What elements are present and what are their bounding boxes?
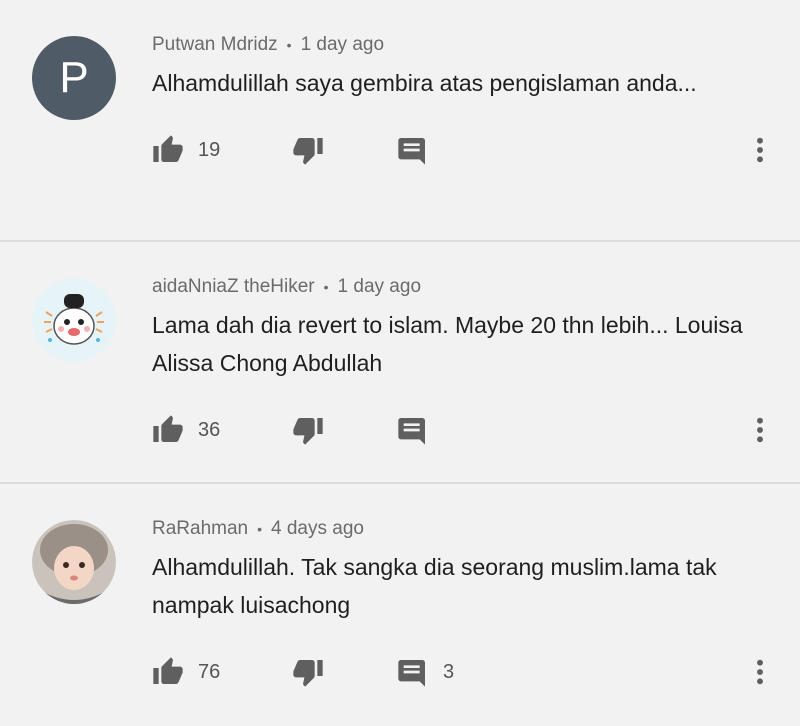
more-vert-icon: [744, 656, 776, 688]
comment-text: Alhamdulillah. Tak sangka dia seorang mu…: [152, 554, 717, 618]
dislike-button[interactable]: [292, 656, 397, 688]
thumb-up-icon: [152, 414, 184, 446]
comment-actions: 19: [152, 130, 776, 170]
comment-text: Alhamdulillah saya gembira atas pengisla…: [152, 70, 697, 96]
more-vert-icon: [744, 414, 776, 446]
avatar[interactable]: [32, 520, 116, 604]
avatar[interactable]: P: [32, 36, 116, 120]
dislike-button[interactable]: [292, 414, 397, 446]
comment-body: RaRahman • 4 days ago Alhamdulillah. Tak…: [152, 518, 770, 624]
comment-body: Putwan Mdridz • 1 day ago Alhamdulillah …: [152, 34, 770, 102]
reply-icon: [397, 134, 429, 166]
reply-count: 3: [443, 660, 455, 683]
like-button[interactable]: 19: [152, 134, 292, 166]
more-options-button[interactable]: [744, 656, 776, 688]
comment-text: Lama dah dia revert to islam. Maybe 20 t…: [152, 312, 743, 376]
like-count: 19: [198, 138, 221, 161]
dislike-button[interactable]: [292, 134, 397, 166]
reply-icon: [397, 414, 429, 446]
reply-icon: [397, 656, 429, 688]
comment-time: 4 days ago: [271, 518, 364, 539]
like-button[interactable]: 76: [152, 656, 292, 688]
more-options-button[interactable]: [744, 414, 776, 446]
like-count: 36: [198, 418, 221, 441]
separator-dot: •: [286, 37, 292, 53]
author-name[interactable]: RaRahman: [152, 518, 248, 540]
comment-time: 1 day ago: [337, 276, 422, 297]
comment-meta: RaRahman • 4 days ago: [152, 518, 770, 540]
thumb-down-icon: [292, 134, 324, 166]
cartoon-avatar-image: [32, 278, 116, 362]
child-photo-avatar-image: [32, 520, 116, 604]
comment-actions: 36: [152, 410, 776, 450]
more-vert-icon: [744, 134, 776, 166]
like-button[interactable]: 36: [152, 414, 292, 446]
comment-meta: aidaNniaZ theHiker • 1 day ago: [152, 276, 770, 298]
comment-item: aidaNniaZ theHiker • 1 day ago Lama dah …: [0, 242, 800, 484]
reply-button[interactable]: [397, 134, 497, 166]
more-options-button[interactable]: [744, 134, 776, 166]
comment-body: aidaNniaZ theHiker • 1 day ago Lama dah …: [152, 276, 770, 382]
comment-meta: Putwan Mdridz • 1 day ago: [152, 34, 770, 56]
reply-button[interactable]: 3: [397, 656, 497, 688]
author-name[interactable]: Putwan Mdridz: [152, 34, 278, 56]
reply-button[interactable]: [397, 414, 497, 446]
author-name[interactable]: aidaNniaZ theHiker: [152, 276, 315, 298]
separator-dot: •: [257, 521, 263, 537]
thumb-down-icon: [292, 414, 324, 446]
separator-dot: •: [323, 279, 329, 295]
like-count: 76: [198, 660, 221, 683]
thumb-up-icon: [152, 134, 184, 166]
comment-time: 1 day ago: [300, 34, 385, 55]
thumb-up-icon: [152, 656, 184, 688]
thumb-down-icon: [292, 656, 324, 688]
avatar[interactable]: [32, 278, 116, 362]
comment-actions: 76 3: [152, 652, 776, 692]
comment-item: P Putwan Mdridz • 1 day ago Alhamdulilla…: [0, 0, 800, 242]
